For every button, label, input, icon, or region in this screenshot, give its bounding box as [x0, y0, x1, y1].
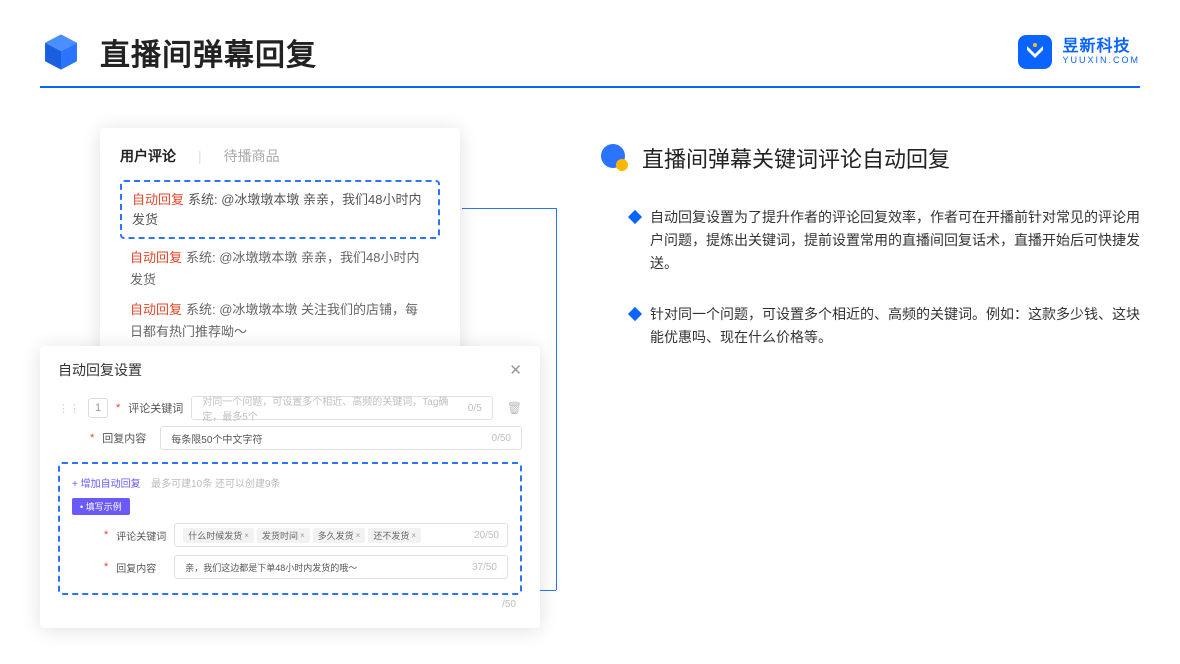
auto-reply-label: 自动回复 [130, 250, 182, 265]
brand-text: 昱新科技 YUUXIN.COM [1062, 39, 1140, 66]
bullet-text: 自动回复设置为了提升作者的评论回复效率，作者可在开播前针对常见的评论用户问题，提… [650, 206, 1140, 275]
modal-header: 自动回复设置 ✕ [58, 360, 522, 390]
tag-chip[interactable]: 还不发货× [368, 528, 421, 543]
example-section: + 增加自动回复 最多可建10条 还可以创建9条 • 填写示例 * 评论关键词 … [58, 462, 522, 595]
brand: 昱新科技 YUUXIN.COM [1018, 35, 1140, 69]
header: 直播间弹幕回复 昱新科技 YUUXIN.COM [0, 0, 1180, 74]
right-column: 直播间弹幕关键词评论自动回复 自动回复设置为了提升作者的评论回复效率，作者可在开… [600, 128, 1140, 377]
index-badge: 1 [88, 398, 108, 418]
content: 用户评论 | 待播商品 自动回复系统: @冰墩墩本墩 亲亲，我们48小时内发货 … [0, 88, 1180, 377]
brand-icon [1018, 35, 1052, 69]
counter: 37/50 [472, 562, 497, 573]
delete-icon[interactable]: 🗑 [501, 401, 522, 415]
section-head: 直播间弹幕关键词评论自动回复 [600, 142, 1140, 174]
connector-line [556, 208, 557, 590]
tag-chip[interactable]: 多久发货× [313, 528, 366, 543]
tabs: 用户评论 | 待播商品 [120, 146, 440, 166]
required-star: * [116, 402, 120, 414]
reply-input[interactable]: 亲，我们这边都是下单48小时内发货的哦～ 37/50 [174, 555, 508, 579]
tag-remove-icon[interactable]: × [300, 531, 305, 540]
section-title: 直播间弹幕关键词评论自动回复 [642, 142, 950, 174]
highlighted-comment: 自动回复系统: @冰墩墩本墩 亲亲，我们48小时内发货 [120, 180, 440, 239]
bullet-item: 自动回复设置为了提升作者的评论回复效率，作者可在开播前针对常见的评论用户问题，提… [600, 206, 1140, 275]
placeholder-text: 对同一个问题，可设置多个相近、高频的关键词，Tag确定，最多5个 [202, 393, 468, 423]
field-label: 回复内容 [116, 560, 166, 575]
required-star: * [104, 529, 108, 541]
tag-chip[interactable]: 发货时间× [257, 528, 310, 543]
brand-cn: 昱新科技 [1062, 39, 1140, 55]
comment-row: 自动回复系统: @冰墩墩本墩 亲亲，我们48小时内发货 [120, 239, 440, 291]
add-auto-reply-link[interactable]: + 增加自动回复 [72, 479, 141, 490]
page-title: 直播间弹幕回复 [100, 30, 317, 74]
field-label: 评论关键词 [116, 528, 166, 543]
tag-list: 什么时候发货×发货时间×多久发货×还不发货× [183, 528, 424, 543]
drag-icon[interactable]: ⋮⋮ [58, 402, 80, 415]
brand-en: YUUXIN.COM [1062, 55, 1140, 66]
bullet-item: 针对同一个问题，可设置多个相近的、高频的关键词。例如：这款多少钱、这块能优惠吗、… [600, 303, 1140, 349]
reply-text: 亲，我们这边都是下单48小时内发货的哦～ [185, 561, 357, 574]
required-star: * [104, 561, 108, 573]
connector-line [462, 208, 556, 209]
tag-remove-icon[interactable]: × [411, 531, 416, 540]
tab-products[interactable]: 待播商品 [224, 146, 280, 166]
counter: 0/5 [468, 403, 482, 414]
add-row: + 增加自动回复 最多可建10条 还可以创建9条 [72, 474, 508, 492]
diamond-icon [628, 210, 642, 224]
bullet-text: 针对同一个问题，可设置多个相近的、高频的关键词。例如：这款多少钱、这块能优惠吗、… [650, 303, 1140, 349]
placeholder-text: 每条限50个中文字符 [171, 431, 262, 446]
add-note: 最多可建10条 还可以创建9条 [151, 479, 280, 490]
example-badge: • 填写示例 [72, 498, 130, 515]
left-column: 用户评论 | 待播商品 自动回复系统: @冰墩墩本墩 亲亲，我们48小时内发货 … [40, 128, 540, 377]
outer-counter: /50 [58, 595, 522, 610]
tab-comments[interactable]: 用户评论 [120, 146, 176, 166]
tag-remove-icon[interactable]: × [356, 531, 361, 540]
modal-title: 自动回复设置 [58, 360, 142, 380]
tab-separator: | [198, 148, 202, 164]
header-left: 直播间弹幕回复 [40, 30, 317, 74]
comments-card: 用户评论 | 待播商品 自动回复系统: @冰墩墩本墩 亲亲，我们48小时内发货 … [100, 128, 460, 365]
auto-reply-label: 自动回复 [132, 192, 184, 207]
required-star: * [90, 432, 94, 444]
tag-remove-icon[interactable]: × [244, 531, 249, 540]
diamond-icon [628, 307, 642, 321]
tag-chip[interactable]: 什么时候发货× [183, 528, 254, 543]
reply-input[interactable]: 每条限50个中文字符 0/50 [160, 426, 522, 450]
cube-icon [40, 31, 82, 73]
setting-row: ⋮⋮ 1 * 评论关键词 对同一个问题，可设置多个相近、高频的关键词，Tag确定… [58, 396, 522, 420]
example-row: * 评论关键词 什么时候发货×发货时间×多久发货×还不发货× 20/50 [72, 523, 508, 547]
counter: 20/50 [474, 530, 499, 541]
field-label: 回复内容 [102, 430, 152, 446]
example-row: * 回复内容 亲，我们这边都是下单48小时内发货的哦～ 37/50 [72, 555, 508, 579]
settings-modal: 自动回复设置 ✕ ⋮⋮ 1 * 评论关键词 对同一个问题，可设置多个相近、高频的… [40, 346, 540, 628]
bubble-icon [600, 143, 630, 173]
auto-reply-label: 自动回复 [130, 302, 182, 317]
counter: 0/50 [492, 433, 511, 444]
setting-row: * 回复内容 每条限50个中文字符 0/50 [58, 426, 522, 450]
keyword-input[interactable]: 对同一个问题，可设置多个相近、高频的关键词，Tag确定，最多5个 0/5 [191, 396, 492, 420]
close-icon[interactable]: ✕ [509, 361, 522, 379]
comment-row: 自动回复系统: @冰墩墩本墩 关注我们的店铺，每日都有热门推荐呦～ [120, 291, 440, 343]
keyword-input[interactable]: 什么时候发货×发货时间×多久发货×还不发货× 20/50 [174, 523, 508, 547]
field-label: 评论关键词 [128, 400, 183, 416]
